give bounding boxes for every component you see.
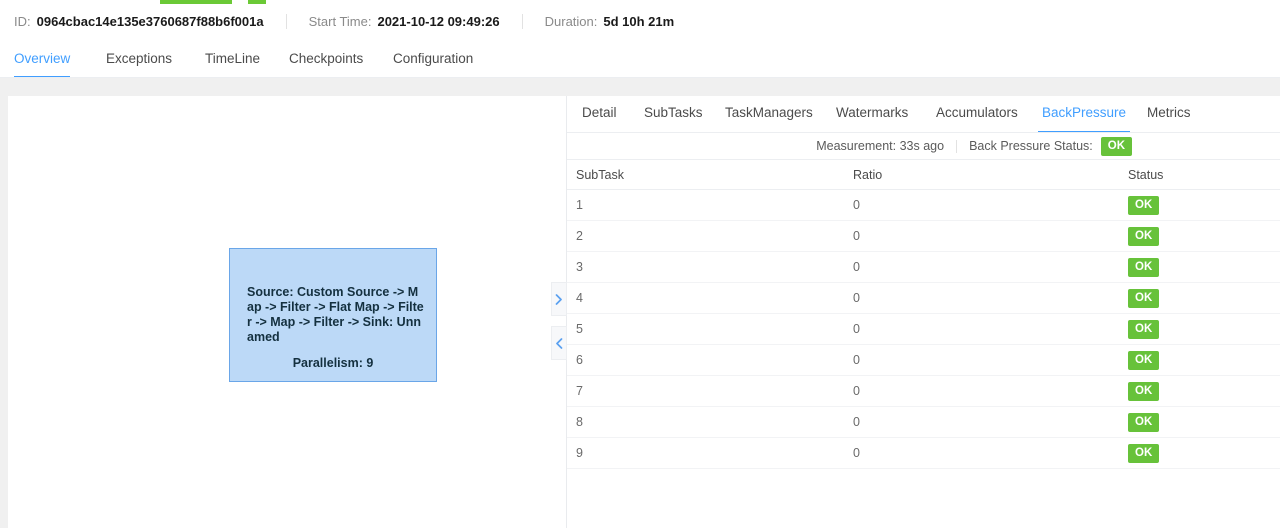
- cell-subtask: 2: [567, 220, 853, 252]
- cell-subtask: 3: [567, 251, 853, 283]
- column-header-status[interactable]: Status: [1128, 160, 1280, 190]
- cell-subtask: 8: [567, 406, 853, 438]
- cell-status: OK: [1128, 313, 1280, 345]
- tab-exceptions[interactable]: Exceptions: [106, 44, 172, 78]
- backpressure-table-body: 1 0 OK 2 0 OK 3 0 OK 4 0 OK 5 0 OK 6 0 O…: [567, 189, 1280, 469]
- tab-overview[interactable]: Overview: [14, 44, 71, 78]
- cell-ratio: 0: [853, 406, 1128, 438]
- cell-subtask: 1: [567, 189, 853, 221]
- content-gutter-left: [0, 78, 8, 528]
- table-row[interactable]: 8 0 OK: [567, 406, 1280, 438]
- backpressure-status-label: Back Pressure Status:: [969, 139, 1093, 153]
- detail-tab-bar: Detail SubTasks TaskManagers Watermarks …: [567, 96, 1280, 133]
- row-status-badge: OK: [1128, 412, 1160, 432]
- row-status-badge: OK: [1128, 288, 1160, 308]
- cell-ratio: 0: [853, 220, 1128, 252]
- cell-ratio: 0: [853, 189, 1128, 221]
- measurement-bar: Measurement: 33s ago Back Pressure Statu…: [567, 133, 1280, 159]
- row-status-badge: OK: [1128, 319, 1160, 339]
- row-status-badge: OK: [1128, 350, 1160, 370]
- chevron-right-icon: [555, 293, 563, 305]
- content-gutter: [0, 78, 1280, 96]
- chevron-left-icon: [555, 337, 563, 349]
- cell-status: OK: [1128, 189, 1280, 221]
- job-id-label: ID:: [14, 13, 31, 29]
- tab-watermarks[interactable]: Watermarks: [836, 96, 908, 133]
- column-header-ratio[interactable]: Ratio: [853, 160, 1128, 190]
- measurement-text: Measurement: 33s ago: [816, 139, 945, 153]
- tab-configuration[interactable]: Configuration: [393, 44, 473, 78]
- duration-label: Duration:: [544, 13, 598, 29]
- tab-timeline[interactable]: TimeLine: [205, 44, 260, 78]
- cell-status: OK: [1128, 375, 1280, 407]
- cell-status: OK: [1128, 406, 1280, 438]
- table-row[interactable]: 6 0 OK: [567, 344, 1280, 376]
- table-row[interactable]: 5 0 OK: [567, 313, 1280, 345]
- cell-subtask: 5: [567, 313, 853, 345]
- header-divider: [521, 13, 523, 29]
- table-row[interactable]: 9 0 OK: [567, 437, 1280, 469]
- backpressure-table: SubTask Ratio Status 1 0 OK 2 0 OK 3 0 O…: [567, 160, 1280, 469]
- tab-subtasks[interactable]: SubTasks: [644, 96, 703, 133]
- main-tab-bar: Overview Exceptions TimeLine Checkpoints…: [0, 44, 1280, 78]
- tab-backpressure[interactable]: BackPressure: [1037, 96, 1131, 133]
- job-graph-node-label: Source: Custom Source -> Map -> Filter -…: [247, 285, 424, 344]
- start-time-label: Start Time:: [308, 13, 372, 29]
- tab-checkpoints[interactable]: Checkpoints: [289, 44, 363, 78]
- table-header-row: SubTask Ratio Status: [567, 160, 1280, 190]
- cell-ratio: 0: [853, 437, 1128, 469]
- backpressure-status-badge: OK: [1100, 136, 1132, 156]
- flink-job-page: ID: 0964cbac14e135e3760687f88b6f001a Sta…: [0, 0, 1280, 528]
- duration-value: 5d 10h 21m: [603, 13, 675, 29]
- detail-panel: Detail SubTasks TaskManagers Watermarks …: [567, 96, 1280, 528]
- column-header-subtask[interactable]: SubTask: [567, 160, 853, 190]
- job-graph-node[interactable]: Source: Custom Source -> Map -> Filter -…: [229, 248, 437, 382]
- cell-ratio: 0: [853, 251, 1128, 283]
- cell-subtask: 9: [567, 437, 853, 469]
- cell-subtask: 6: [567, 344, 853, 376]
- table-row[interactable]: 4 0 OK: [567, 282, 1280, 314]
- cell-subtask: 4: [567, 282, 853, 314]
- cell-ratio: 0: [853, 375, 1128, 407]
- row-status-badge: OK: [1128, 226, 1160, 246]
- table-row[interactable]: 3 0 OK: [567, 251, 1280, 283]
- job-graph-node-parallelism: Parallelism: 9: [292, 356, 374, 370]
- tab-accumulators[interactable]: Accumulators: [936, 96, 1018, 133]
- row-status-badge: OK: [1128, 443, 1160, 463]
- cell-ratio: 0: [853, 313, 1128, 345]
- duration-group: Duration: 5d 10h 21m: [545, 14, 675, 29]
- tab-metrics[interactable]: Metrics: [1147, 96, 1191, 133]
- job-id-group: ID: 0964cbac14e135e3760687f88b6f001a: [14, 14, 264, 29]
- measurement-divider: [956, 139, 958, 153]
- row-status-badge: OK: [1128, 257, 1160, 277]
- start-time-value: 2021-10-12 09:49:26: [377, 13, 500, 29]
- start-time-group: Start Time: 2021-10-12 09:49:26: [309, 14, 500, 29]
- tab-detail[interactable]: Detail: [582, 96, 617, 133]
- cell-ratio: 0: [853, 344, 1128, 376]
- table-row[interactable]: 2 0 OK: [567, 220, 1280, 252]
- cell-status: OK: [1128, 251, 1280, 283]
- cell-status: OK: [1128, 437, 1280, 469]
- collapse-left-handle[interactable]: [551, 326, 567, 360]
- table-row[interactable]: 1 0 OK: [567, 189, 1280, 221]
- cell-subtask: 7: [567, 375, 853, 407]
- cell-ratio: 0: [853, 282, 1128, 314]
- header-divider: [285, 13, 287, 29]
- row-status-badge: OK: [1128, 195, 1160, 215]
- row-status-badge: OK: [1128, 381, 1160, 401]
- expand-right-handle[interactable]: [551, 282, 567, 316]
- tab-taskmanagers[interactable]: TaskManagers: [725, 96, 813, 133]
- table-row[interactable]: 7 0 OK: [567, 375, 1280, 407]
- job-header: ID: 0964cbac14e135e3760687f88b6f001a Sta…: [0, 0, 1280, 42]
- cell-status: OK: [1128, 282, 1280, 314]
- cell-status: OK: [1128, 220, 1280, 252]
- job-graph-panel[interactable]: Source: Custom Source -> Map -> Filter -…: [8, 96, 566, 528]
- job-id-value: 0964cbac14e135e3760687f88b6f001a: [36, 13, 264, 29]
- cell-status: OK: [1128, 344, 1280, 376]
